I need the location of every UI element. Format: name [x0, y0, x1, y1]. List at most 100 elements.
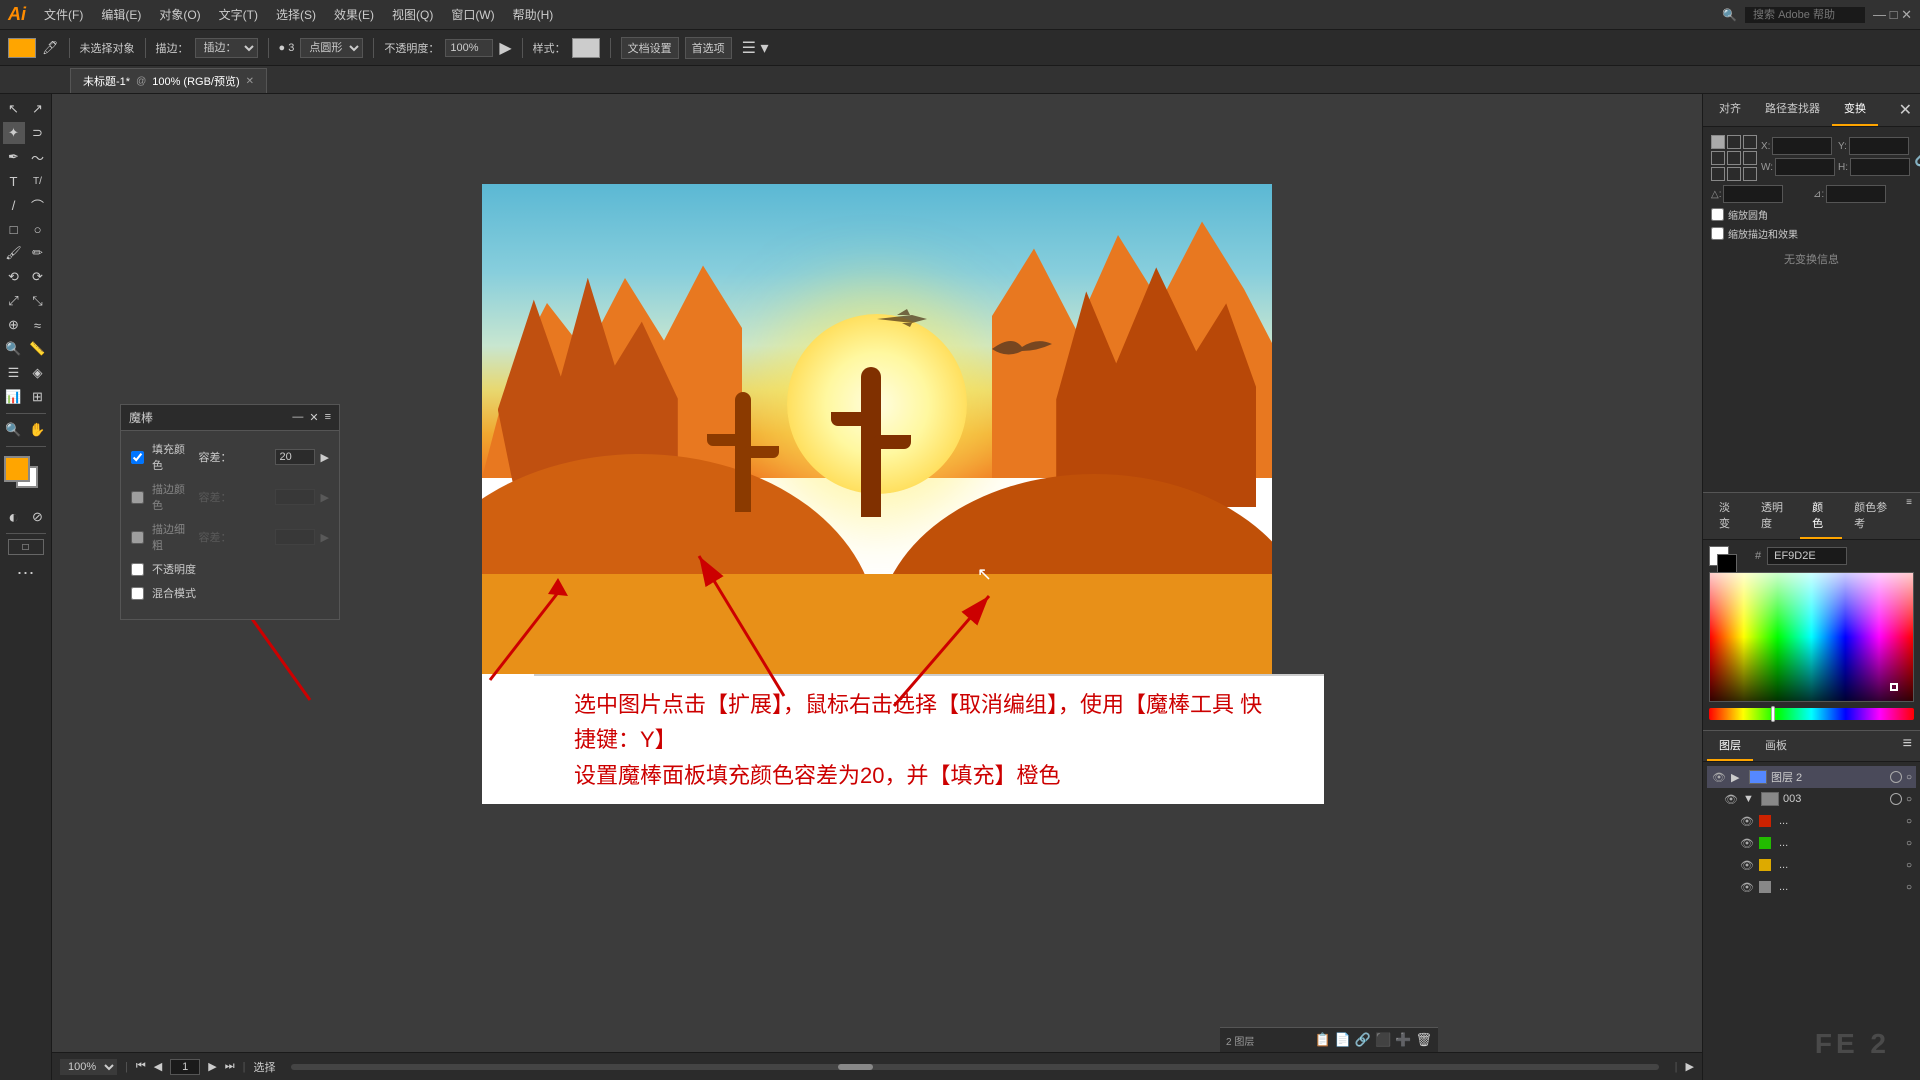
eyedropper-tool[interactable]: 🔍: [3, 338, 25, 360]
preferences-btn[interactable]: 首选项: [685, 37, 732, 59]
paintbrush-tool[interactable]: 🖌: [3, 242, 25, 264]
scale-tool[interactable]: ⤢: [3, 290, 25, 312]
stroke-color-label[interactable]: 描边颜色: [152, 481, 191, 513]
layer-eye-red[interactable]: 👁: [1739, 813, 1755, 829]
fill-color-label[interactable]: 填充颜色: [152, 441, 191, 473]
layer-item-green[interactable]: 👁 ... ○: [1707, 832, 1916, 854]
transform-select[interactable]: 插边：: [195, 38, 258, 58]
direct-select-tool[interactable]: ↗: [27, 98, 49, 120]
measure-tool[interactable]: 📏: [27, 338, 49, 360]
layer-item-grey[interactable]: 👁 ... ○: [1707, 876, 1916, 898]
layer-grey-lock[interactable]: ○: [1906, 882, 1912, 893]
layer-expand-layer2[interactable]: ▶: [1731, 771, 1745, 784]
layer-eye-layer2[interactable]: 👁: [1711, 769, 1727, 785]
layer-green-lock[interactable]: ○: [1906, 838, 1912, 849]
layer-red-lock[interactable]: ○: [1906, 816, 1912, 827]
x-field[interactable]: [1772, 137, 1832, 155]
color-spectrum[interactable]: [1709, 572, 1914, 702]
color-guide-tab[interactable]: 颜色参考: [1842, 493, 1902, 539]
menu-text[interactable]: 文字(T): [211, 4, 266, 25]
layer-link-btn[interactable]: 🔗: [1355, 1032, 1371, 1048]
lasso-tool[interactable]: ⊃: [27, 122, 49, 144]
pen-tool[interactable]: ✒: [3, 146, 25, 168]
point-type-select[interactable]: 点圆形: [300, 38, 363, 58]
tolerance-expand[interactable]: ▶: [321, 451, 329, 464]
panel-options-btn[interactable]: ✕: [1895, 94, 1916, 126]
shear-tool[interactable]: ⤡: [27, 290, 49, 312]
page-nav-prev[interactable]: ⏮: [136, 1060, 146, 1073]
color-panel-opts[interactable]: ≡: [1902, 493, 1916, 539]
layer-003-lock[interactable]: ○: [1906, 794, 1912, 805]
scale-corners-checkbox[interactable]: [1711, 208, 1724, 221]
menu-edit[interactable]: 编辑(E): [93, 4, 149, 25]
page-nav-last[interactable]: ⏭: [225, 1060, 235, 1073]
layer-make-mask-btn[interactable]: 📋: [1315, 1032, 1331, 1048]
layer-merge-btn[interactable]: ⬛: [1375, 1032, 1391, 1048]
magic-wand-tool[interactable]: ✦: [3, 122, 25, 144]
gradient-tab[interactable]: 淡变: [1707, 493, 1749, 539]
none-mode-icon[interactable]: ⊘: [27, 506, 49, 528]
blend-tool[interactable]: ☰: [3, 362, 25, 384]
layer-expand-003[interactable]: ▼: [1743, 793, 1757, 805]
layer-eye-grey[interactable]: 👁: [1739, 879, 1755, 895]
select-tool[interactable]: ↖: [3, 98, 25, 120]
scroll-right-btn[interactable]: ▶: [1686, 1060, 1694, 1073]
layer-add-btn[interactable]: ➕: [1395, 1032, 1411, 1048]
rect-tool[interactable]: □: [3, 218, 25, 240]
blend-mode-checkbox[interactable]: [131, 587, 144, 600]
layer-item-layer2[interactable]: 👁 ▶ 图层 2 ○: [1707, 766, 1916, 788]
layer-003-target[interactable]: [1890, 793, 1902, 805]
h-field[interactable]: [1850, 158, 1910, 176]
search-input[interactable]: [1745, 7, 1865, 23]
scale-stroke-checkbox[interactable]: [1711, 227, 1724, 240]
opacity-label[interactable]: 不透明度: [152, 561, 196, 577]
opacity-input[interactable]: [445, 39, 493, 57]
stroke-color-checkbox[interactable]: [131, 491, 144, 504]
menu-file[interactable]: 文件(F): [36, 4, 91, 25]
w-field[interactable]: [1775, 158, 1835, 176]
layer-item-003[interactable]: 👁 ▼ 003 ○: [1707, 788, 1916, 810]
stroke-width-label[interactable]: 描边细粗: [152, 521, 191, 553]
foreground-color[interactable]: [4, 456, 30, 482]
zoom-select[interactable]: 100%: [60, 1059, 117, 1075]
tab-close-btn[interactable]: ✕: [246, 76, 254, 87]
blob-brush-tool[interactable]: ✏: [27, 242, 49, 264]
warp-tool[interactable]: ⊕: [3, 314, 25, 336]
arrange-icon[interactable]: ☰ ▾: [742, 38, 769, 58]
menu-help[interactable]: 帮助(H): [505, 4, 562, 25]
layer-new-btn[interactable]: 📄: [1335, 1032, 1351, 1048]
sw-tolerance-input[interactable]: [275, 529, 315, 545]
blend-mode-label[interactable]: 混合模式: [152, 585, 196, 601]
layer-yellow-lock[interactable]: ○: [1906, 860, 1912, 871]
hex-input[interactable]: [1767, 547, 1847, 565]
layers-tab[interactable]: 图层: [1707, 731, 1753, 761]
tab-align[interactable]: 对齐: [1707, 94, 1753, 126]
menu-view[interactable]: 视图(Q): [384, 4, 441, 25]
column-graph-tool[interactable]: 📊: [3, 386, 25, 408]
constrain-icon[interactable]: 🔗: [1914, 148, 1920, 168]
rotation-field[interactable]: [1723, 185, 1783, 203]
hand-tool[interactable]: ✋: [27, 419, 49, 441]
zoom-tool[interactable]: 🔍: [3, 419, 25, 441]
shear-field[interactable]: [1826, 185, 1886, 203]
panel-minimize-btn[interactable]: —: [292, 411, 303, 424]
tolerance-input[interactable]: [275, 449, 315, 465]
line-tool[interactable]: /: [3, 194, 25, 216]
fill-color-swatch[interactable]: [8, 38, 36, 58]
mesh-tool[interactable]: ⊞: [27, 386, 49, 408]
menu-object[interactable]: 对象(O): [151, 4, 208, 25]
rotate-tool[interactable]: ⟲: [3, 266, 25, 288]
black-swatch[interactable]: [1717, 554, 1737, 574]
layer-item-yellow[interactable]: 👁 ... ○: [1707, 854, 1916, 876]
tab-pathfinder[interactable]: 路径查找器: [1753, 94, 1832, 126]
hue-slider[interactable]: [1709, 708, 1914, 720]
layer-item-red[interactable]: 👁 ... ○: [1707, 810, 1916, 832]
layer-lock-btn[interactable]: ○: [1906, 772, 1912, 783]
document-tab[interactable]: 未标题-1* @ 100% (RGB/预览) ✕: [70, 68, 267, 93]
artboard-tab[interactable]: 画板: [1753, 731, 1799, 761]
menu-select[interactable]: 选择(S): [268, 4, 324, 25]
layer-eye-003[interactable]: 👁: [1723, 791, 1739, 807]
arc-tool[interactable]: ⌒: [27, 194, 49, 216]
page-number-input[interactable]: [170, 1059, 200, 1075]
type-tool[interactable]: T: [3, 170, 25, 192]
